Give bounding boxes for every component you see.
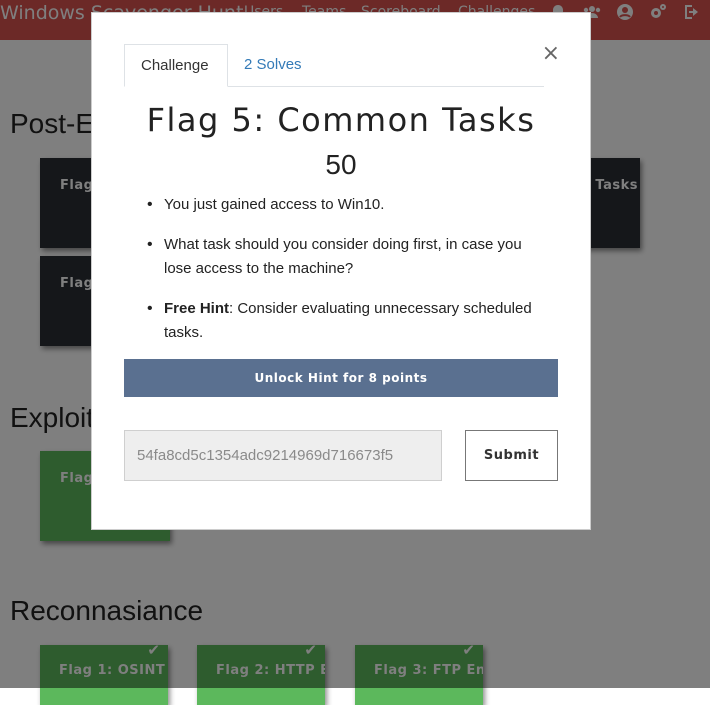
challenge-title: Flag 5: Common Tasks bbox=[146, 101, 536, 139]
description-item: Free Hint: Consider evaluating unnecessa… bbox=[140, 297, 550, 345]
challenge-value: 50 bbox=[325, 149, 357, 180]
flag-input[interactable] bbox=[124, 430, 442, 481]
modal-tabs: Challenge 2 Solves bbox=[124, 44, 544, 87]
submit-button[interactable]: Submit bbox=[465, 430, 558, 481]
tab-challenge[interactable]: Challenge bbox=[124, 44, 228, 87]
challenge-modal: × Challenge 2 Solves Flag 5: Common Task… bbox=[91, 12, 591, 530]
description-item: You just gained access to Win10. bbox=[140, 193, 550, 217]
description-item: What task should you consider doing firs… bbox=[140, 233, 550, 281]
unlock-hint-button[interactable]: Unlock Hint for 8 points bbox=[124, 359, 558, 397]
challenge-description: You just gained access to Win10. What ta… bbox=[140, 193, 550, 361]
tab-solves[interactable]: 2 Solves bbox=[228, 44, 318, 85]
close-button[interactable]: × bbox=[542, 43, 560, 65]
